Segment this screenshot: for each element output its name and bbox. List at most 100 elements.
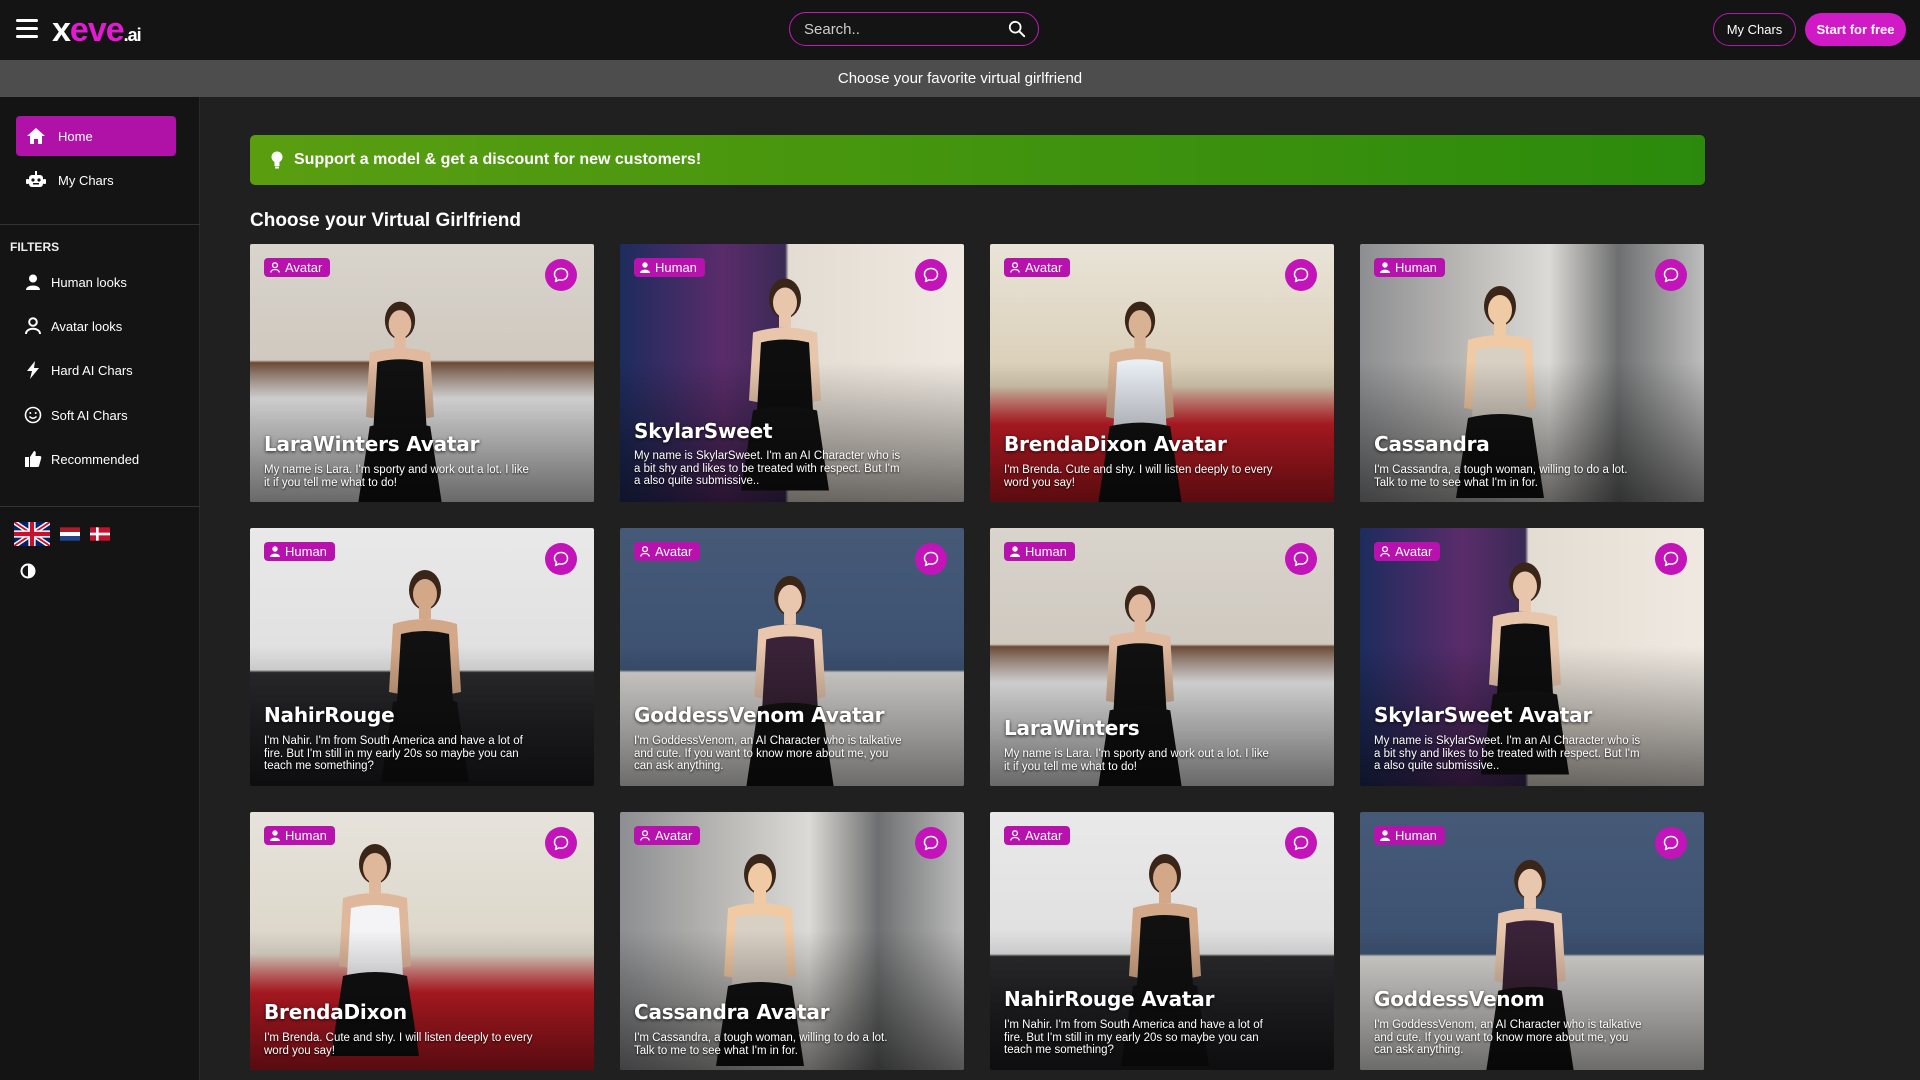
chat-bubble-icon (923, 835, 939, 851)
look-type-badge: Human (634, 258, 705, 277)
look-type-badge: Human (264, 826, 335, 845)
filter-recommended[interactable]: Recommended (24, 444, 139, 474)
banner-text: Support a model & get a discount for new… (294, 151, 702, 168)
chat-button[interactable] (1285, 259, 1317, 291)
start-for-free-button[interactable]: Start for free (1805, 13, 1906, 46)
chat-button[interactable] (915, 543, 947, 575)
language-selector (14, 522, 110, 546)
sidebar-divider (0, 224, 200, 225)
chat-bubble-icon (553, 835, 569, 851)
hamburger-menu-icon[interactable] (16, 19, 38, 39)
lightbulb-icon (271, 151, 283, 169)
logo-ai: .ai (123, 25, 142, 45)
badge-label: Human (1395, 260, 1437, 275)
character-name: NahirRouge Avatar (1004, 987, 1215, 1011)
sidebar-item-my-chars[interactable]: My Chars (16, 160, 176, 200)
chat-button[interactable] (1285, 827, 1317, 859)
theme-toggle-icon[interactable] (20, 563, 36, 579)
filter-soft-ai-chars[interactable]: Soft AI Chars (24, 400, 128, 430)
sidebar-item-home[interactable]: Home (16, 116, 176, 156)
home-icon (24, 125, 48, 147)
chat-button[interactable] (545, 827, 577, 859)
character-description: I'm GoddessVenom, an AI Character who is… (634, 735, 902, 772)
subheader: Choose your favorite virtual girlfriend (0, 60, 1920, 97)
main-content: Support a model & get a discount for new… (200, 97, 1920, 1080)
filter-label: Hard AI Chars (51, 362, 133, 378)
thumbs-up-icon (24, 449, 42, 469)
character-name: NahirRouge (264, 703, 395, 727)
character-card[interactable]: Avatar NahirRouge Avatar I'm Nahir. I'm fr… (990, 812, 1334, 1070)
avatar-icon (1010, 830, 1020, 841)
subheader-text: Choose your favorite virtual girlfriend (837, 70, 1083, 87)
character-card[interactable]: Avatar SkylarSweet Avatar My name is Skyla… (1360, 528, 1704, 786)
person-icon (270, 830, 280, 841)
character-name: Cassandra (1374, 432, 1490, 456)
search-icon[interactable] (1008, 20, 1026, 38)
character-card[interactable]: Human SkylarSweet My name is SkylarSweet. … (620, 244, 964, 502)
look-type-badge: Human (264, 542, 335, 561)
search-input[interactable] (790, 20, 990, 38)
badge-label: Human (655, 260, 697, 275)
character-card[interactable]: Avatar BrendaDixon Avatar I'm Brenda. Cute… (990, 244, 1334, 502)
filter-label: Recommended (51, 451, 140, 467)
filter-human-looks[interactable]: Human looks (24, 267, 127, 297)
character-card[interactable]: Avatar LaraWinters Avatar My name is Lara.… (250, 244, 594, 502)
character-description: My name is Lara. I'm sporty and work out… (1004, 748, 1269, 773)
logo[interactable]: xeve.ai (52, 10, 142, 55)
chat-bubble-icon (1293, 267, 1309, 283)
character-description: I'm Brenda. Cute and shy. I will listen … (264, 1032, 533, 1057)
filter-label: Soft AI Chars (51, 407, 128, 423)
character-card[interactable]: Human GoddessVenom I'm GoddessVenom, an AI… (1360, 812, 1704, 1070)
avatar-icon (1380, 546, 1390, 557)
top-bar: xeve.ai My Chars Start for free (0, 0, 1920, 60)
person-icon (1010, 546, 1020, 557)
character-name: SkylarSweet (634, 419, 773, 443)
my-chars-button[interactable]: My Chars (1713, 13, 1796, 46)
character-card[interactable]: Avatar Cassandra Avatar I'm Cassandra, a t… (620, 812, 964, 1070)
chat-bubble-icon (1663, 551, 1679, 567)
logo-x: x (52, 11, 71, 49)
avatar-icon (640, 546, 650, 557)
character-description: I'm Brenda. Cute and shy. I will listen … (1004, 464, 1273, 489)
section-title: Choose your Virtual Girlfriend (250, 210, 521, 231)
character-description: I'm Nahir. I'm from South America and ha… (264, 735, 523, 772)
avatar-icon (1010, 262, 1020, 273)
character-description: My name is SkylarSweet. I'm an AI Charac… (1374, 735, 1641, 772)
sidebar-item-label: Home (58, 128, 93, 144)
avatar-icon (24, 316, 42, 336)
netherlands-flag-icon[interactable] (60, 527, 80, 541)
chat-bubble-icon (923, 267, 939, 283)
character-card[interactable]: Human BrendaDixon I'm Brenda. Cute and shy… (250, 812, 594, 1070)
promo-banner[interactable]: Support a model & get a discount for new… (250, 135, 1705, 185)
character-name: SkylarSweet Avatar (1374, 703, 1593, 727)
chat-button[interactable] (1655, 259, 1687, 291)
character-card[interactable]: Human Cassandra I'm Cassandra, a tough wom… (1360, 244, 1704, 502)
badge-label: Avatar (655, 828, 693, 843)
character-card[interactable]: Human LaraWinters My name is Lara. I'm spo… (990, 528, 1334, 786)
lightning-icon (24, 360, 42, 380)
uk-flag-icon[interactable] (14, 522, 50, 546)
look-type-badge: Avatar (264, 258, 331, 277)
filter-avatar-looks[interactable]: Avatar looks (24, 311, 122, 341)
filter-label: Avatar looks (51, 318, 123, 334)
chat-bubble-icon (1293, 551, 1309, 567)
badge-label: Avatar (1025, 260, 1063, 275)
character-card[interactable]: Avatar GoddessVenom Avatar I'm GoddessVeno… (620, 528, 964, 786)
chat-button[interactable] (545, 259, 577, 291)
chat-button[interactable] (915, 259, 947, 291)
character-description: I'm Cassandra, a tough woman, willing to… (634, 1032, 888, 1057)
look-type-badge: Avatar (634, 542, 701, 561)
chat-button[interactable] (1285, 543, 1317, 575)
chat-button[interactable] (545, 543, 577, 575)
denmark-flag-icon[interactable] (90, 527, 110, 541)
chat-button[interactable] (915, 827, 947, 859)
chat-bubble-icon (1293, 835, 1309, 851)
smile-icon (24, 405, 42, 425)
avatar-icon (640, 830, 650, 841)
sidebar: Home My Chars FILTERS Human looks Avatar… (0, 97, 200, 1080)
badge-label: Avatar (1025, 828, 1063, 843)
character-card[interactable]: Human NahirRouge I'm Nahir. I'm from South… (250, 528, 594, 786)
filter-hard-ai-chars[interactable]: Hard AI Chars (24, 355, 133, 385)
chat-button[interactable] (1655, 827, 1687, 859)
chat-button[interactable] (1655, 543, 1687, 575)
